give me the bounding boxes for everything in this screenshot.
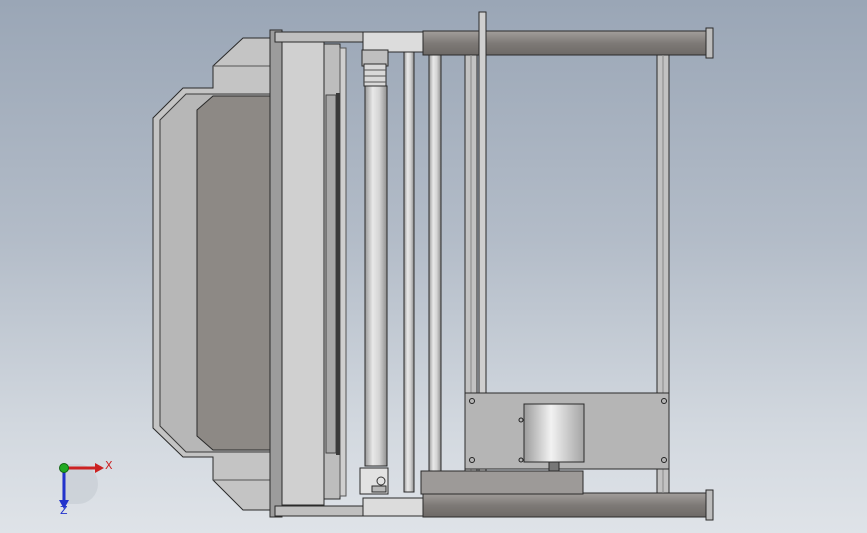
x-axis-label: X — [105, 459, 113, 472]
main-roller — [359, 49, 389, 495]
motor-body — [523, 403, 585, 463]
y-axis-icon — [59, 463, 69, 473]
top-frame-tube — [422, 30, 710, 56]
bottom-tube-endcap — [705, 489, 714, 521]
motor-mount — [420, 392, 670, 495]
orientation-triad: X Z — [59, 459, 113, 517]
side-plate-edge — [339, 47, 347, 497]
guide-rod-1 — [403, 51, 415, 493]
model-viewport[interactable]: X Z — [0, 0, 867, 533]
bottom-frame-tube — [422, 492, 710, 518]
side-plate-lip — [336, 93, 340, 455]
roller-body — [364, 85, 388, 467]
roller-bearing-top — [363, 63, 387, 87]
side-plate-front — [281, 39, 325, 506]
side-plate-back — [269, 29, 283, 518]
z-axis-label: Z — [60, 504, 68, 517]
guide-rod-2 — [428, 54, 442, 494]
top-tube-endcap — [705, 27, 714, 59]
bottom-block — [420, 470, 584, 495]
hood-assembly — [152, 37, 273, 511]
side-plate-slot — [325, 94, 337, 454]
hood-dark-face — [196, 95, 273, 451]
side-plate-assembly — [269, 29, 347, 518]
